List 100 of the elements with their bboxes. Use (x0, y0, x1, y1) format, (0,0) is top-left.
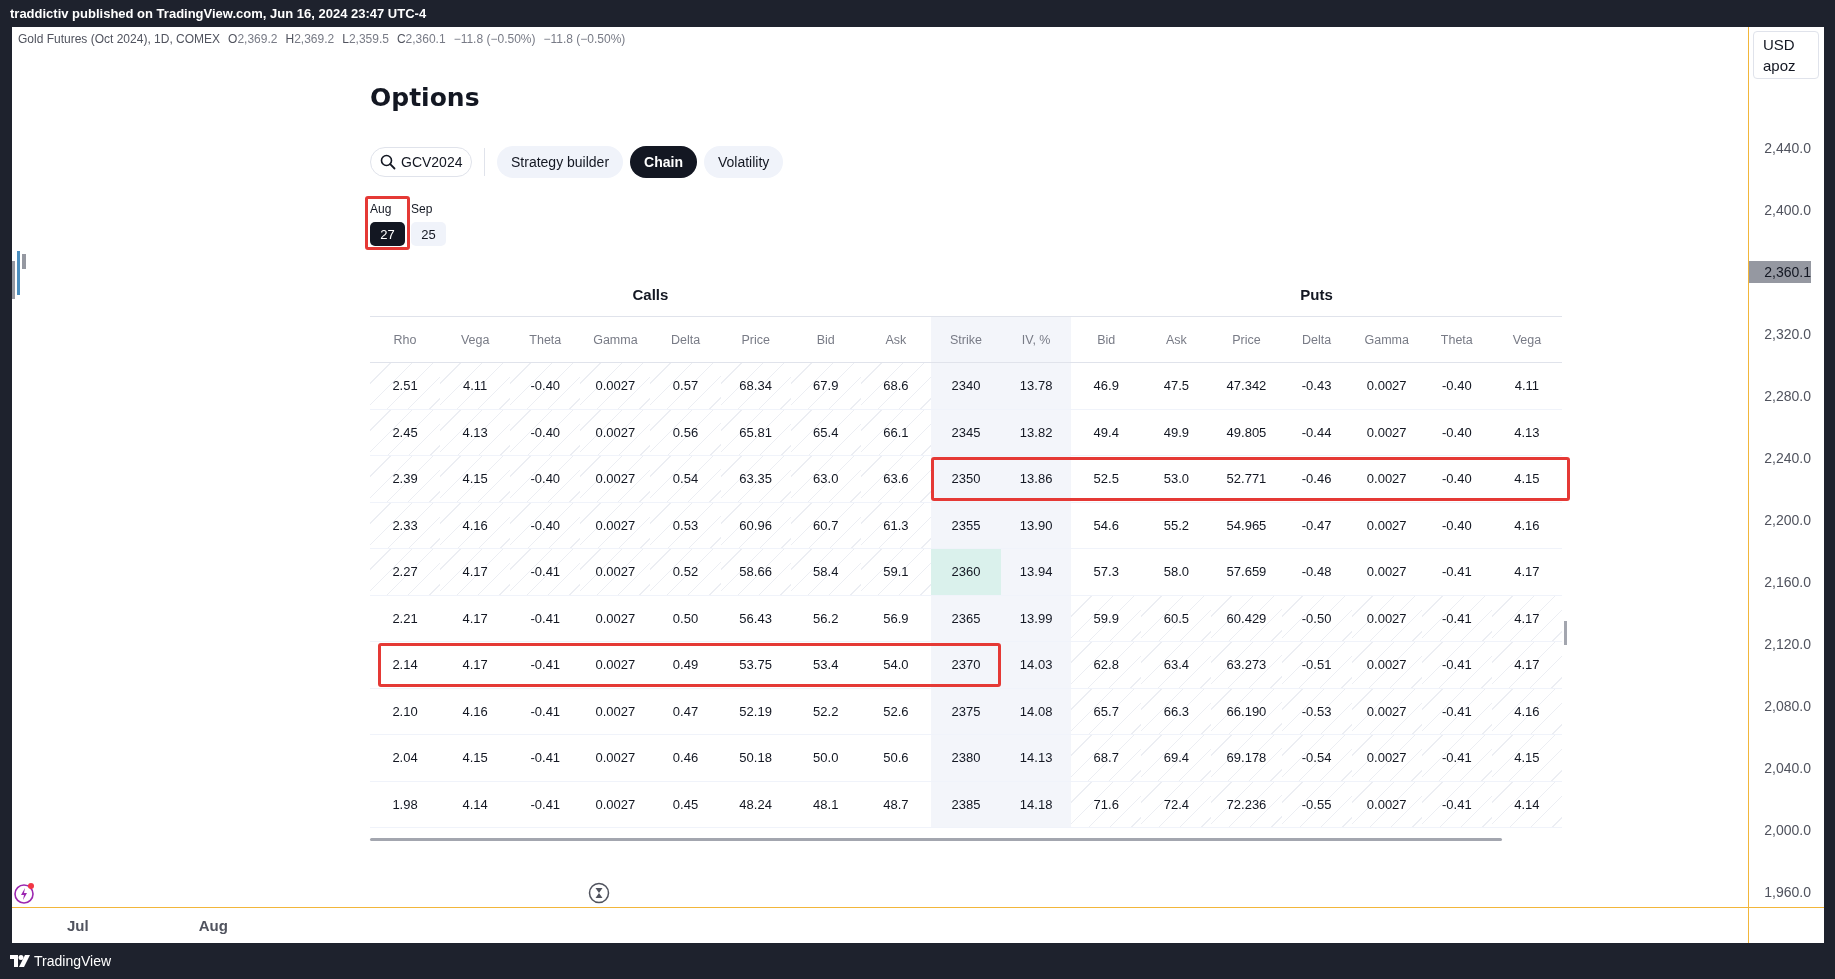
table-cell: 58.4 (790, 549, 861, 595)
table-cell: 0.53 (650, 502, 721, 548)
price-label: 2,400.0 (1763, 201, 1811, 220)
price-label: 2,160.0 (1763, 573, 1811, 592)
table-cell: 63.6 (860, 456, 931, 502)
price-label: 1,960.0 (1763, 883, 1811, 902)
tab[interactable]: Volatility (703, 146, 784, 178)
table-cell-text: 53.4 (812, 656, 840, 675)
table-cell: 4.16 (1491, 688, 1562, 734)
table-cell-text: 2.21 (391, 609, 419, 628)
table-cell: 63.35 (720, 456, 791, 502)
table-cell-text: 54.6 (1092, 516, 1120, 535)
price-label: 2,120.0 (1763, 635, 1811, 654)
table-cell-text: -0.41 (529, 609, 562, 628)
column-header: IV, % (1001, 317, 1072, 362)
table-cell-text: 0.0027 (594, 609, 637, 628)
tab[interactable]: Chain (630, 146, 697, 178)
price-change: −11.8 (−0.50%) (543, 32, 626, 46)
table-cell-text: 47.342 (1225, 377, 1268, 396)
column-header: Delta (1301, 331, 1333, 349)
ohlc-value: L2,359.5 (342, 32, 389, 46)
table-cell-text: 52.771 (1225, 470, 1268, 489)
expiry-day[interactable]: 25 (411, 222, 446, 246)
table-cell: 4.14 (1491, 781, 1562, 827)
table-cell: 2.51 (370, 363, 441, 409)
table-cell-text: 4.16 (461, 702, 489, 721)
table-cell-text: 54.0 (882, 656, 910, 675)
table-cell: -0.41 (1421, 688, 1492, 734)
table-cell-text: 57.3 (1092, 563, 1120, 582)
search-field[interactable]: GCV2024 (370, 147, 472, 177)
table-cell-text: 0.0027 (594, 795, 637, 814)
table-cell: 66.190 (1211, 688, 1282, 734)
scrollbar[interactable] (370, 838, 1502, 841)
table-cell: 2.33 (370, 502, 441, 548)
table-cell-text: 0.49 (671, 656, 700, 675)
price-label: 2,320.0 (1763, 325, 1811, 344)
table-cell: 0.0027 (1351, 642, 1422, 688)
table-cell-text: 57.659 (1225, 563, 1268, 582)
table-cell-text: -0.40 (1441, 423, 1473, 442)
column-header: Gamma (592, 331, 639, 349)
table-cell: 65.4 (790, 409, 861, 455)
lightning-icon[interactable] (13, 881, 37, 905)
table-cell: 13.82 (1001, 409, 1072, 455)
table-cell: 2360 (930, 549, 1002, 595)
table-cell-text: 4.16 (1513, 516, 1541, 535)
price-label: 2,200.0 (1763, 511, 1811, 530)
table-cell-text: 0.0027 (1365, 516, 1408, 535)
column-header: Rho (392, 331, 418, 349)
column-header: Bid (815, 331, 836, 349)
ohlc-value: H2,369.2 (285, 32, 335, 46)
table-cell-text: -0.41 (529, 749, 562, 768)
table-cell-text: 50.0 (812, 749, 840, 768)
table-cell-text: 4.17 (461, 609, 489, 628)
table-cell-text: -0.41 (1441, 563, 1473, 582)
table-cell: 62.8 (1071, 642, 1142, 688)
table-cell: 0.0027 (580, 549, 651, 595)
table-cell-text: 54.965 (1225, 516, 1268, 535)
table-cell: 2340 (930, 363, 1002, 409)
table-cell-text: 50.6 (882, 749, 910, 768)
tab[interactable]: Strategy builder (497, 146, 624, 178)
table-cell-text: 56.2 (812, 609, 840, 628)
table-cell: 63.4 (1141, 642, 1212, 688)
expiry-day[interactable]: 27 (370, 222, 405, 246)
table-cell: 2.27 (370, 549, 441, 595)
table-cell-text: -0.46 (1300, 470, 1333, 489)
time-label: Aug (198, 917, 228, 934)
table-cell-text: 0.0027 (594, 702, 637, 721)
table-cell-text: 4.15 (1513, 470, 1541, 489)
table-cell-text: 52.6 (882, 702, 910, 721)
table-cell-text: 2.10 (391, 702, 419, 721)
scrollbar[interactable] (1564, 621, 1567, 645)
table-cell: 0.0027 (1351, 781, 1422, 827)
column-header: Price (740, 331, 771, 349)
hourglass-icon[interactable] (588, 882, 610, 904)
table-cell: 0.0027 (580, 409, 651, 455)
table-cell-text: 52.2 (812, 702, 840, 721)
table-cell-text: 0.0027 (594, 749, 637, 768)
table-cell: -0.41 (1421, 735, 1492, 781)
table-cell: 4.11 (440, 363, 511, 409)
table-cell: 66.1 (860, 409, 931, 455)
table-cell: -0.41 (1421, 642, 1492, 688)
column-header: Vega (1511, 331, 1543, 349)
table-cell-text: 4.14 (461, 795, 489, 814)
expiry-month: Aug (370, 202, 393, 216)
table-cell-text: 52.5 (1092, 470, 1120, 489)
table-cell: 0.0027 (580, 363, 651, 409)
table-cell-text: -0.47 (1300, 516, 1333, 535)
table-cell-text: 46.9 (1092, 377, 1120, 396)
table-cell: 2365 (930, 595, 1002, 641)
unit-label: apoz (1763, 56, 1797, 76)
table-cell: 66.3 (1141, 688, 1212, 734)
table-cell-text: -0.41 (529, 702, 562, 721)
table-cell: 63.273 (1211, 642, 1282, 688)
table-cell-text: -0.40 (1441, 516, 1473, 535)
table-cell: 60.7 (790, 502, 861, 548)
table-cell-text: 0.0027 (1365, 423, 1408, 442)
table-cell-text: 49.4 (1092, 423, 1120, 442)
table-cell-text: -0.40 (1441, 377, 1473, 396)
currency-selector[interactable]: USD apoz (1753, 31, 1819, 79)
table-cell: 72.4 (1141, 781, 1212, 827)
